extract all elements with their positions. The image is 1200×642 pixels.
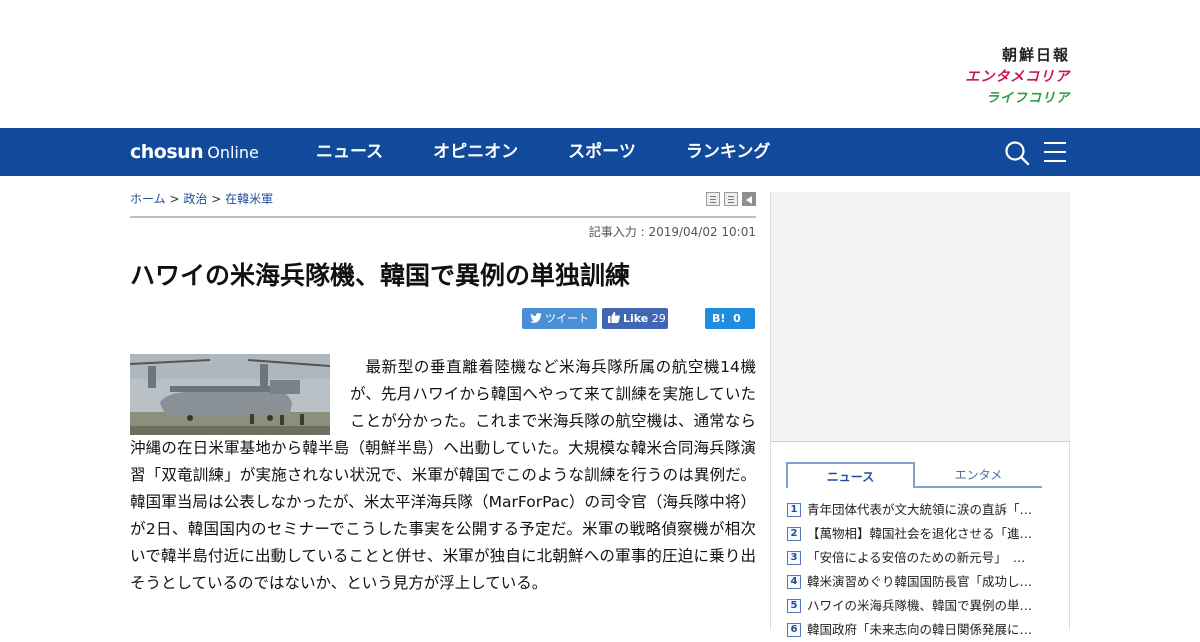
text-size-icon[interactable] bbox=[724, 192, 738, 206]
rank-number: 3 bbox=[787, 551, 801, 565]
site-header: 朝鮮日報 エンタメコリア ライフコリア bbox=[0, 0, 1200, 128]
entamekorea-logo-link[interactable]: エンタメコリア bbox=[920, 66, 1070, 87]
divider bbox=[130, 216, 756, 218]
tweet-label: ツイート bbox=[545, 312, 589, 325]
rank-number: 5 bbox=[787, 599, 801, 613]
brand-links: 朝鮮日報 エンタメコリア ライフコリア bbox=[920, 44, 1070, 107]
rank-title[interactable]: 青年団体代表が文大統領に涙の直訴「… bbox=[807, 500, 1032, 520]
tab-entame[interactable]: エンタメ bbox=[915, 462, 1042, 488]
hatena-icon: B! bbox=[712, 312, 726, 325]
print-icon[interactable] bbox=[706, 192, 720, 206]
rank-number: 1 bbox=[787, 503, 801, 517]
facebook-like-button[interactable]: Like 29 bbox=[602, 308, 668, 329]
ranking-list: 1 青年団体代表が文大統領に涙の直訴「… 2 【萬物相】韓国社会を退化させる「進… … bbox=[787, 498, 1057, 642]
article-photo[interactable] bbox=[130, 354, 330, 435]
rank-number: 6 bbox=[787, 623, 801, 637]
logo-light-text: Online bbox=[207, 143, 259, 162]
like-count: 29 bbox=[651, 312, 666, 325]
article-body: 最新型の垂直離着陸機など米海兵隊所属の航空機14機が、先月ハワイから韓国へやって… bbox=[130, 354, 756, 597]
nav-item-sports[interactable]: スポーツ bbox=[543, 128, 661, 176]
tab-news[interactable]: ニュース bbox=[786, 462, 915, 488]
rank-number: 2 bbox=[787, 527, 801, 541]
rank-title[interactable]: 韓国政府「未来志向の韓日関係発展に… bbox=[807, 620, 1032, 640]
ranking-item[interactable]: 2 【萬物相】韓国社会を退化させる「進… bbox=[787, 522, 1057, 546]
ranking-item[interactable]: 1 青年団体代表が文大統領に涙の直訴「… bbox=[787, 498, 1057, 522]
ranking-item[interactable]: 6 韓国政府「未来志向の韓日関係発展に… bbox=[787, 618, 1057, 642]
tweet-button[interactable]: ツイート bbox=[522, 308, 597, 329]
breadcrumb: ホーム > 政治 > 在韓米軍 bbox=[130, 190, 273, 207]
article-title: ハワイの米海兵隊機、韓国で異例の単独訓練 bbox=[130, 261, 631, 290]
breadcrumb-separator: > bbox=[169, 192, 180, 206]
breadcrumb-usfk[interactable]: 在韓米軍 bbox=[225, 192, 273, 206]
article-dateline: 記事入力 : 2019/04/02 10:01 bbox=[588, 225, 756, 239]
rank-number: 4 bbox=[787, 575, 801, 589]
twitter-icon bbox=[530, 313, 542, 323]
rank-title[interactable]: ハワイの米海兵隊機、韓国で異例の単… bbox=[807, 596, 1032, 616]
rank-title[interactable]: 【萬物相】韓国社会を退化させる「進… bbox=[807, 524, 1032, 544]
hatena-count: 0 bbox=[733, 312, 741, 325]
rank-title[interactable]: 韓米演習めぐり韓国国防長官「成功し… bbox=[807, 572, 1032, 592]
article-tools bbox=[706, 192, 756, 206]
ranking-tabs: ニュース エンタメ bbox=[786, 462, 1042, 488]
rank-title[interactable]: 「安倍による安倍のための新元号」 … bbox=[807, 548, 1025, 568]
osprey-aircraft-image bbox=[130, 354, 330, 435]
like-label: Like bbox=[623, 312, 649, 325]
back-icon[interactable] bbox=[742, 192, 756, 206]
nav-item-news[interactable]: ニュース bbox=[291, 128, 408, 176]
ranking-item[interactable]: 3 「安倍による安倍のための新元号」 … bbox=[787, 546, 1057, 570]
ranking-item[interactable]: 4 韓米演習めぐり韓国国防長官「成功し… bbox=[787, 570, 1057, 594]
chosun-online-logo[interactable]: chosun Online bbox=[130, 140, 259, 165]
ranking-item[interactable]: 5 ハワイの米海兵隊機、韓国で異例の単… bbox=[787, 594, 1057, 618]
chosunilbo-logo-link[interactable]: 朝鮮日報 bbox=[920, 44, 1070, 66]
nav-item-ranking[interactable]: ランキング bbox=[661, 128, 796, 176]
breadcrumb-politics[interactable]: 政治 bbox=[183, 192, 207, 206]
search-icon[interactable] bbox=[1004, 140, 1030, 166]
logo-bold-text: chosun bbox=[130, 141, 204, 163]
menu-icon[interactable] bbox=[1044, 142, 1066, 162]
lifekorea-logo-link[interactable]: ライフコリア bbox=[920, 87, 1070, 107]
breadcrumb-separator: > bbox=[211, 192, 222, 206]
sidebar: ニュース エンタメ 1 青年団体代表が文大統領に涙の直訴「… 2 【萬物相】韓国社会… bbox=[770, 192, 1070, 637]
thumbs-up-icon bbox=[608, 312, 620, 323]
nav-item-opinion[interactable]: オピニオン bbox=[408, 128, 543, 176]
hatena-bookmark-button[interactable]: B! 0 bbox=[705, 308, 755, 329]
breadcrumb-home[interactable]: ホーム bbox=[130, 192, 166, 206]
main-nav: chosun Online ニュース オピニオン スポーツ ランキング bbox=[0, 128, 1200, 176]
nav-menu: ニュース オピニオン スポーツ ランキング bbox=[291, 128, 795, 176]
ad-slot bbox=[771, 192, 1070, 442]
article-column: ホーム > 政治 > 在韓米軍 記事入力 : 2019/04/02 10:01 … bbox=[130, 176, 756, 630]
share-bar: ツイート Like 29 B! 0 bbox=[130, 308, 756, 329]
